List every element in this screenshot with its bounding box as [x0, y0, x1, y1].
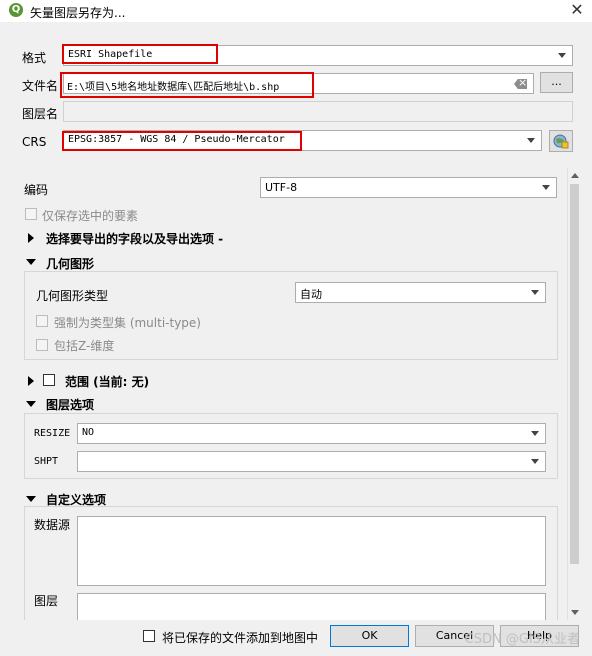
datasource-label: 数据源	[34, 518, 71, 532]
resize-select[interactable]: NO	[77, 423, 546, 444]
window-title: 矢量图层另存为...	[30, 6, 126, 20]
crs-select[interactable]: EPSG:3857 - WGS 84 / Pseudo-Mercator	[63, 130, 542, 151]
extent-label: 范围 (当前: 无)	[65, 375, 150, 389]
expand-right-icon[interactable]	[28, 233, 34, 243]
datasource-textarea[interactable]	[77, 516, 546, 586]
geometry-header[interactable]: 几何图形	[46, 255, 94, 272]
options-panel: 编码 UTF-8 仅保存选中的要素 选择要导出的字段以及导出选项 - 几何图形 …	[22, 168, 568, 620]
expand-right-icon[interactable]	[28, 376, 34, 386]
layer-options-header[interactable]: 图层选项	[46, 396, 94, 413]
encoding-select[interactable]: UTF-8	[260, 177, 557, 198]
globe-icon	[553, 134, 569, 149]
selected-only-label: 仅保存选中的要素	[42, 209, 139, 223]
extent-checkbox[interactable]	[43, 374, 55, 386]
resize-label: RESIZE	[34, 428, 71, 439]
scroll-up-icon[interactable]	[571, 173, 579, 178]
browse-button[interactable]: ...	[540, 72, 573, 93]
format-label: 格式	[22, 51, 47, 65]
add-to-map-label: 将已保存的文件添加到地图中	[162, 631, 319, 645]
layer-label: 图层	[34, 594, 59, 608]
chevron-down-icon	[558, 53, 566, 58]
title-bar: Q 矢量图层另存为... ✕	[0, 0, 592, 22]
force-multi-label: 强制为类型集 (multi-type)	[54, 316, 201, 330]
chevron-down-icon	[542, 185, 550, 190]
force-multi-checkbox[interactable]	[36, 315, 48, 327]
select-fields-toggle[interactable]: 选择要导出的字段以及导出选项 -	[46, 230, 223, 247]
geometry-type-select[interactable]: 自动	[295, 282, 546, 303]
options-scrollbar[interactable]	[567, 168, 581, 620]
add-to-map-checkbox[interactable]	[143, 630, 155, 642]
crs-value: EPSG:3857 - WGS 84 / Pseudo-Mercator	[68, 134, 285, 145]
filename-label: 文件名	[22, 79, 59, 93]
collapse-down-icon[interactable]	[26, 259, 36, 265]
chevron-down-icon	[531, 290, 539, 295]
shpt-label: SHPT	[34, 456, 59, 467]
crs-selector-button[interactable]	[549, 130, 573, 152]
include-z-checkbox[interactable]	[36, 339, 48, 351]
clear-icon[interactable]	[514, 79, 527, 89]
shpt-select[interactable]	[77, 451, 546, 472]
scroll-down-icon[interactable]	[571, 610, 579, 615]
format-select[interactable]: ESRI Shapefile	[63, 45, 573, 66]
geometry-type-value: 自动	[300, 288, 322, 301]
resize-value: NO	[82, 427, 95, 438]
collapse-down-icon[interactable]	[26, 496, 36, 502]
encoding-value: UTF-8	[265, 181, 298, 194]
format-value: ESRI Shapefile	[68, 49, 153, 60]
chevron-down-icon	[531, 459, 539, 464]
close-icon[interactable]: ✕	[568, 1, 586, 19]
encoding-label: 编码	[24, 183, 49, 197]
ok-button[interactable]: OK	[330, 625, 409, 647]
geometry-type-label: 几何图形类型	[36, 289, 109, 303]
layername-label: 图层名	[22, 107, 59, 121]
include-z-label: 包括Z-维度	[54, 339, 115, 353]
crs-label: CRS	[22, 135, 47, 149]
scroll-thumb[interactable]	[570, 184, 579, 564]
selected-only-checkbox[interactable]	[25, 208, 37, 220]
filename-value: E:\项目\5地名地址数据库\匹配后地址\b.shp	[67, 82, 280, 93]
collapse-down-icon[interactable]	[26, 401, 36, 407]
filename-input[interactable]: E:\项目\5地名地址数据库\匹配后地址\b.shp	[63, 73, 534, 94]
qgis-icon: Q	[9, 3, 23, 17]
chevron-down-icon	[527, 138, 535, 143]
layer-textarea[interactable]	[77, 593, 546, 620]
layername-input[interactable]	[63, 101, 573, 122]
chevron-down-icon	[531, 431, 539, 436]
watermark-text: CSDN @GIS从业者	[464, 632, 580, 647]
